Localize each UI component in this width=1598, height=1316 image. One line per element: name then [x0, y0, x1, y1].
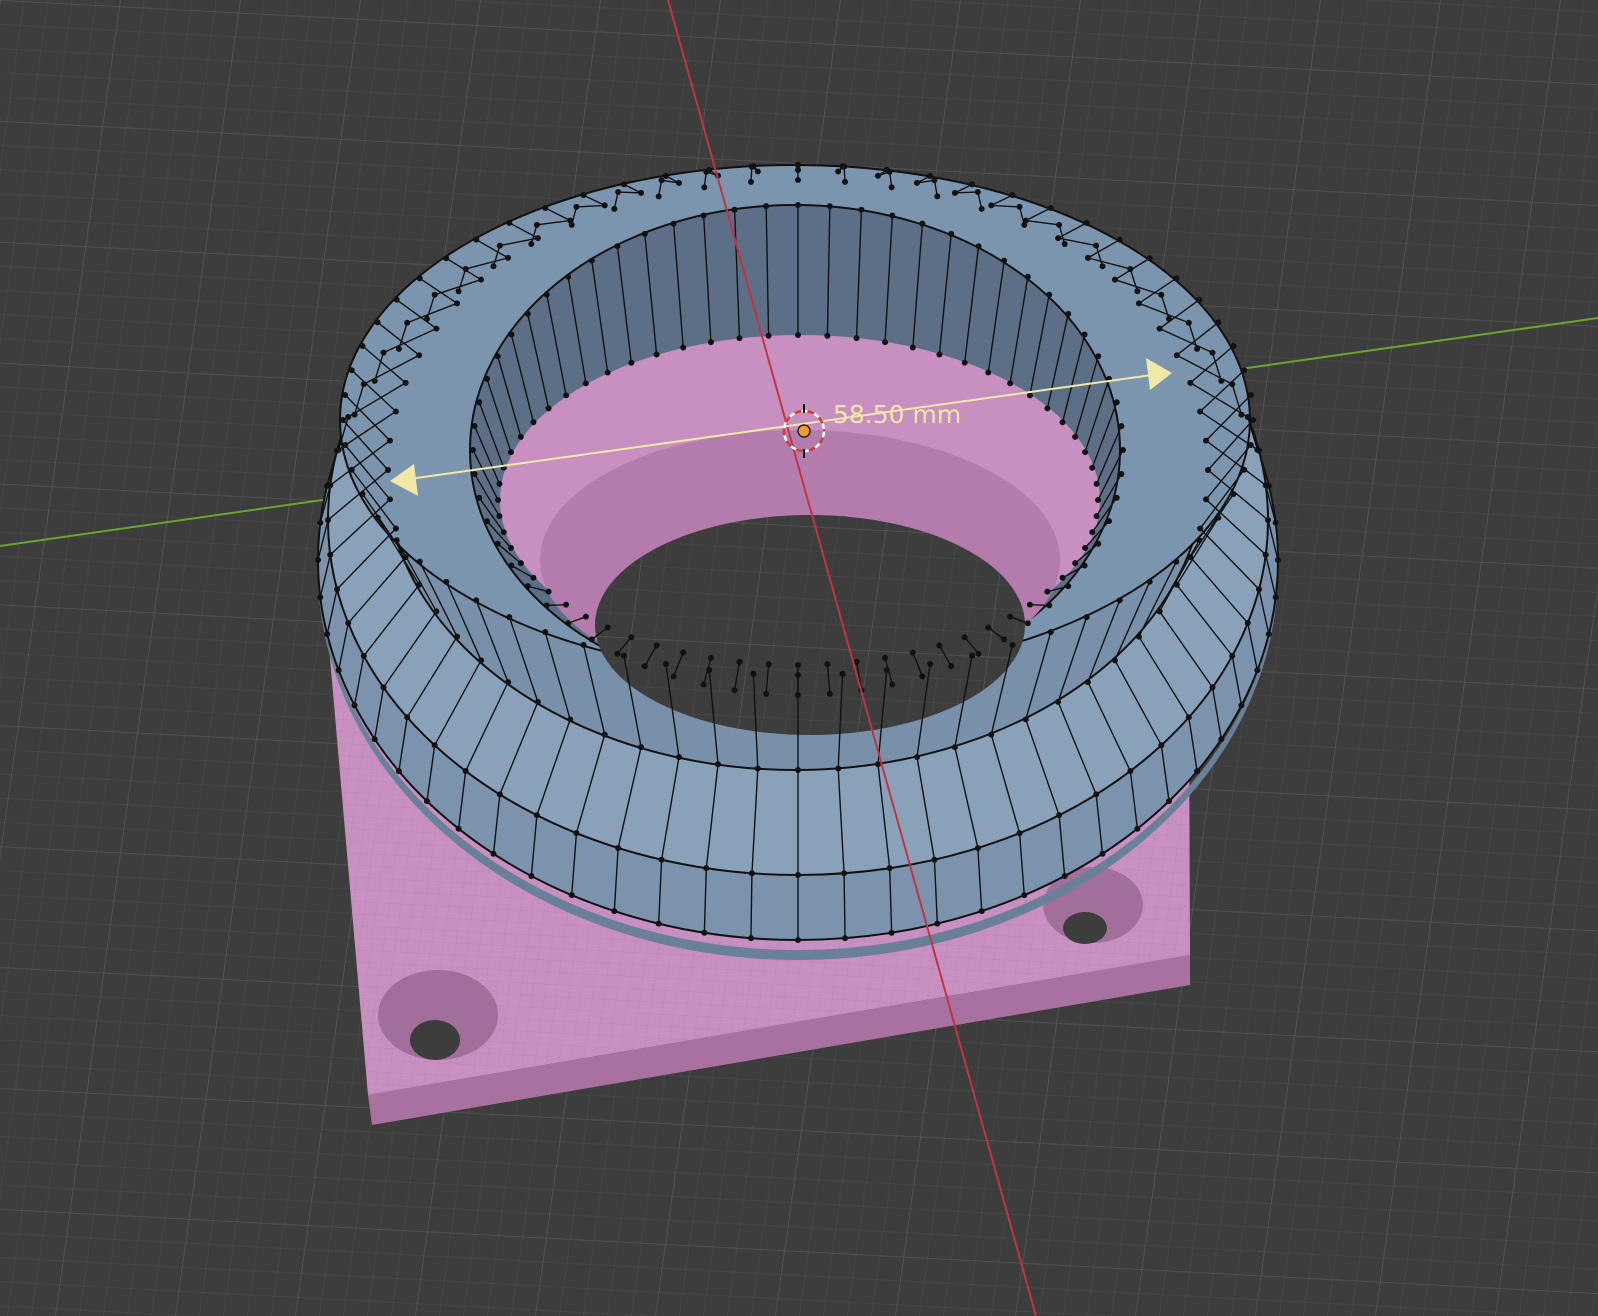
mount-hole-left	[378, 970, 498, 1060]
3d-viewport[interactable]: 58.50 mm	[0, 0, 1598, 1316]
measure-label: 58.50 mm	[833, 400, 961, 429]
origin-dot-icon	[797, 424, 811, 438]
